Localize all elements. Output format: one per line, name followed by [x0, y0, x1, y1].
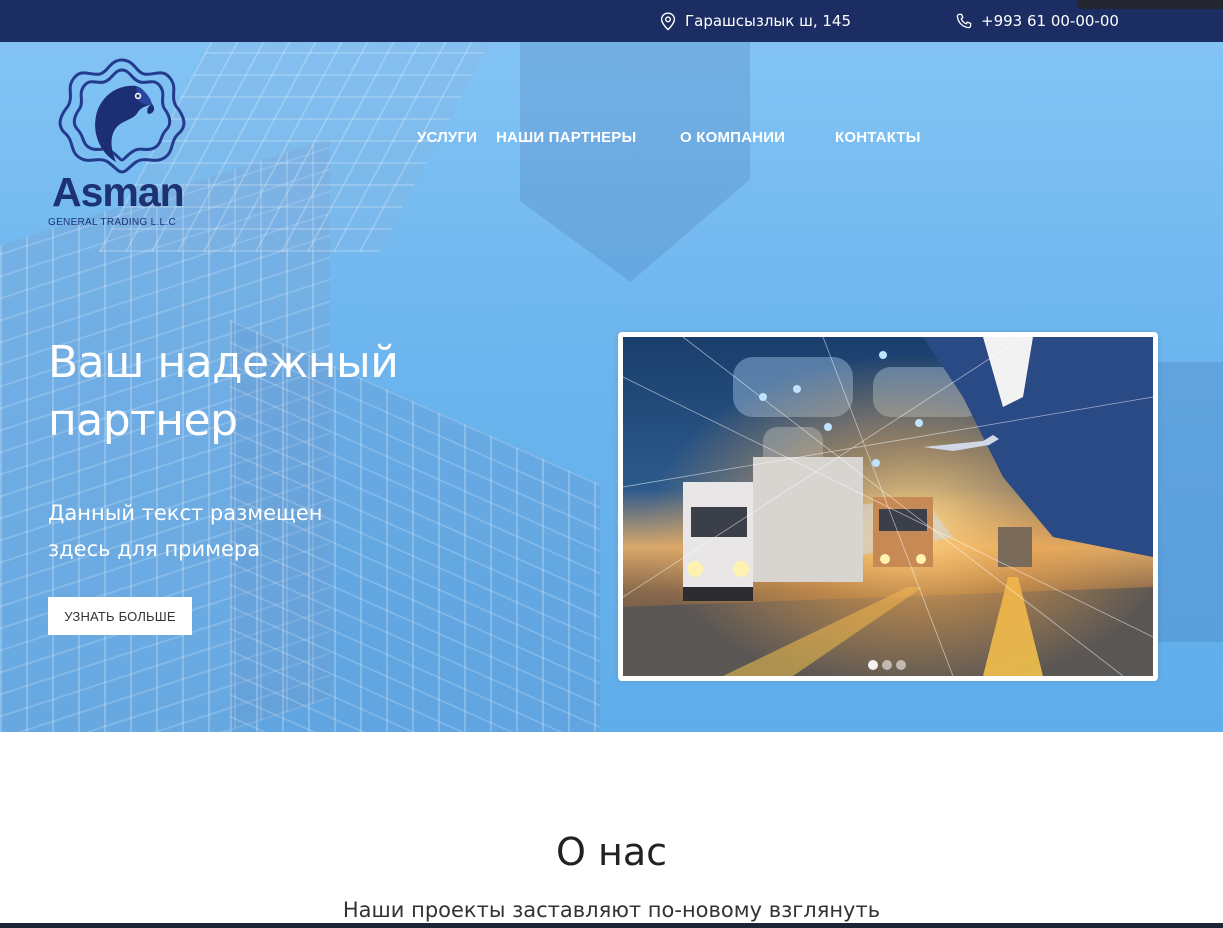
- map-pin-icon: [660, 11, 676, 31]
- hero-subtitle: Данный текст размещен здесь для примера: [48, 495, 323, 567]
- hero-subtitle-line-1: Данный текст размещен: [48, 501, 323, 525]
- top-contact-bar: Гарашсызлык ш, 145 +993 61 00-00-00: [0, 0, 1223, 42]
- image-slider[interactable]: [618, 332, 1158, 681]
- nav-item-services[interactable]: УСЛУГИ: [417, 129, 477, 146]
- nav-item-contacts[interactable]: КОНТАКТЫ: [835, 129, 921, 146]
- nav-item-about[interactable]: О КОМПАНИИ: [680, 129, 785, 146]
- about-text: Наши проекты заставляют по-новому взглян…: [342, 898, 881, 922]
- logo-name: Asman: [52, 169, 185, 215]
- slider-dot-2[interactable]: [882, 660, 892, 670]
- hero-title: Ваш надежный партнер: [48, 334, 399, 450]
- slider-dot-3[interactable]: [896, 660, 906, 670]
- eagle-emblem-icon: [58, 58, 186, 174]
- phone-icon: [956, 13, 972, 29]
- phone-link[interactable]: +993 61 00-00-00: [956, 11, 1119, 31]
- building-right: [1150, 362, 1223, 642]
- hero-title-line-2: партнер: [48, 395, 238, 446]
- logistics-slide-image: [623, 337, 1153, 676]
- slider-dot-1[interactable]: [868, 660, 878, 670]
- hero-title-line-1: Ваш надежный: [48, 337, 399, 388]
- hero-subtitle-line-2: здесь для примера: [48, 537, 261, 561]
- learn-more-button[interactable]: УЗНАТЬ БОЛЬШЕ: [48, 597, 192, 635]
- building-top-center: [520, 42, 750, 282]
- bottom-strip: [0, 923, 1223, 928]
- hero-section: Asman GENERAL TRADING L.L.C УСЛУГИ НАШИ …: [0, 42, 1223, 732]
- address-link[interactable]: Гарашсызлык ш, 145: [660, 11, 851, 31]
- nav-item-partners[interactable]: НАШИ ПАРТНЕРЫ: [496, 129, 636, 146]
- slider-dots: [868, 660, 906, 670]
- logistics-illustration: [623, 337, 1153, 676]
- logo-subtitle: GENERAL TRADING L.L.C: [48, 217, 176, 228]
- phone-text: +993 61 00-00-00: [981, 12, 1119, 30]
- window-corner: [1077, 0, 1223, 9]
- address-text: Гарашсызлык ш, 145: [685, 12, 851, 30]
- company-logo[interactable]: Asman GENERAL TRADING L.L.C: [48, 56, 198, 228]
- about-title: О нас: [555, 830, 667, 874]
